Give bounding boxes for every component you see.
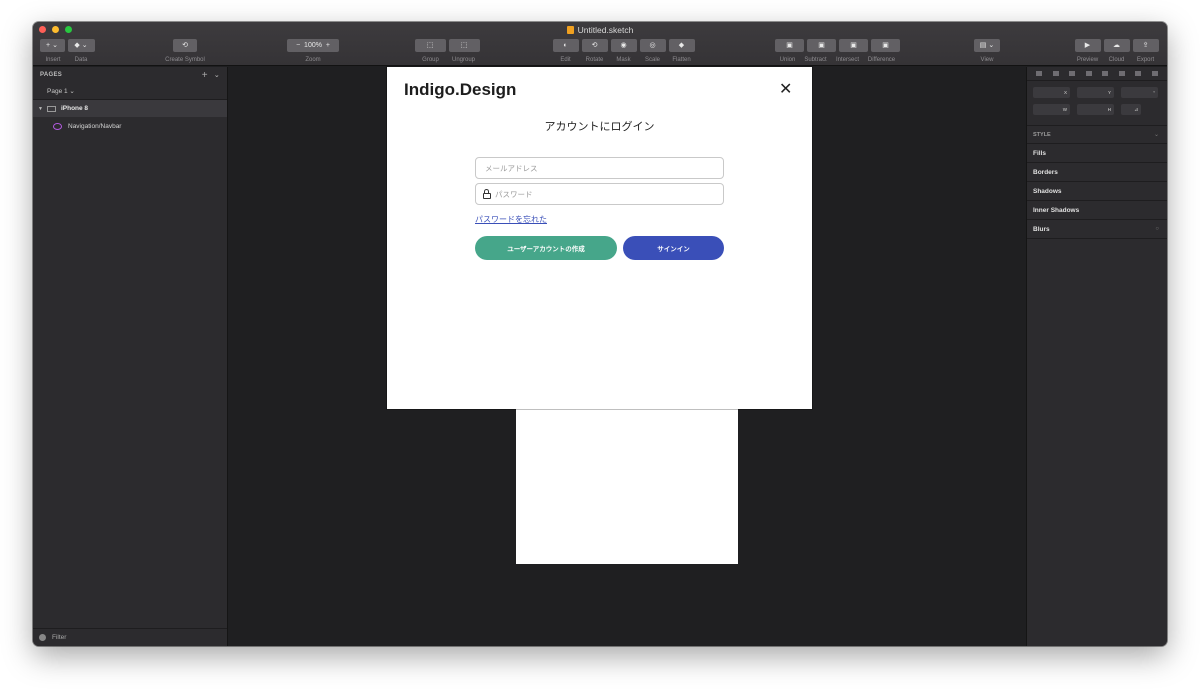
flatten-button[interactable]: ◆ [668, 39, 695, 52]
email-field[interactable]: メールアドレス [475, 157, 724, 179]
zoom-value: 100% [304, 42, 322, 49]
scale-button[interactable]: ◎ [639, 39, 666, 52]
view-button[interactable]: ▤ ⌄ [974, 39, 1000, 52]
layers-panel: PAGES + ⌄ Page 1 ⌄ ▼ iPhone 8 Navigation… [33, 67, 228, 646]
align-center-icon[interactable] [1052, 71, 1059, 76]
inspector-panel: X Y ° W H ⊿ STYLE ⌄ Fills Borders Shadows… [1026, 67, 1167, 646]
export-button[interactable]: ⇪ [1132, 39, 1159, 52]
password-field[interactable]: パスワード [475, 183, 724, 205]
height-field[interactable]: H [1077, 104, 1114, 115]
blur-toggle-icon[interactable]: ○ [1155, 226, 1159, 232]
create-symbol-button[interactable]: ⟲ [173, 39, 197, 52]
ungroup-button[interactable]: ⬚ [448, 39, 480, 52]
position-row: X Y ° [1027, 87, 1167, 98]
align-top-icon[interactable] [1102, 71, 1109, 76]
collapse-pages-icon[interactable]: ⌄ [214, 71, 220, 79]
sketch-window: Untitled.sketch + ⌄ ◆ ⌄ Insert Data ⟲ Cr… [33, 22, 1167, 646]
zoom-in-icon[interactable]: + [326, 42, 330, 49]
align-left-icon[interactable] [1036, 71, 1043, 76]
mask-button[interactable]: ◉ [610, 39, 637, 52]
sketch-file-icon [566, 26, 574, 34]
toolbar-boolean: ▣ ▣ ▣ ▣ Union Subtract Intersect Differe… [775, 39, 900, 64]
intersect-button[interactable]: ▣ [839, 39, 868, 52]
page-selector[interactable]: Page 1 ⌄ [33, 83, 227, 100]
shadows-section[interactable]: Shadows [1027, 182, 1167, 201]
style-header: STYLE ⌄ [1027, 125, 1167, 144]
alignment-toolbar [1027, 67, 1167, 81]
chevron-down-icon[interactable]: ⌄ [1154, 131, 1159, 138]
toolbar-group: ⬚ ⬚ Group Ungroup [414, 39, 480, 64]
artboard-icon [46, 105, 56, 112]
symbol-icon [53, 122, 62, 130]
create-account-button[interactable]: ユーザーアカウントの作成 [475, 236, 617, 260]
data-button[interactable]: ◆ ⌄ [67, 39, 95, 52]
fills-section[interactable]: Fills [1027, 144, 1167, 163]
logo: Indigo.Design [404, 80, 517, 99]
toolbar-edit-tools: ◐ ⟲ ◉ ◎ ◆ Edit Rotate Mask Scale Flatten [551, 39, 696, 64]
canvas[interactable]: Indigo.Design ✕ アカウントにログイン メールアドレス パスワード… [229, 67, 1025, 646]
toolbar-insert-data: + ⌄ ◆ ⌄ Insert Data [39, 39, 95, 64]
titlebar: Untitled.sketch + ⌄ ◆ ⌄ Insert Data ⟲ Cr… [33, 22, 1167, 66]
cloud-button[interactable]: ☁ [1103, 39, 1130, 52]
email-placeholder: メールアドレス [485, 163, 538, 173]
size-row: W H ⊿ [1027, 104, 1167, 115]
login-modal: Indigo.Design ✕ アカウントにログイン メールアドレス パスワード… [387, 67, 812, 409]
y-field[interactable]: Y [1077, 87, 1114, 98]
close-icon[interactable]: ✕ [779, 79, 792, 99]
signin-button[interactable]: サインイン [623, 236, 724, 260]
rotate-button[interactable]: ⟲ [581, 39, 608, 52]
width-field[interactable]: W [1033, 104, 1070, 115]
preview-button[interactable]: ▶ [1074, 39, 1101, 52]
layer-filter[interactable]: Filter [33, 628, 227, 646]
union-button[interactable]: ▣ [775, 39, 804, 52]
align-bottom-icon[interactable] [1135, 71, 1142, 76]
difference-button[interactable]: ▣ [871, 39, 900, 52]
align-middle-icon[interactable] [1118, 71, 1125, 76]
filter-icon [39, 634, 46, 641]
inner-shadows-section[interactable]: Inner Shadows [1027, 201, 1167, 220]
add-page-icon[interactable]: + [202, 70, 208, 81]
pages-header: PAGES + ⌄ [40, 69, 220, 81]
layer-artboard[interactable]: ▼ iPhone 8 [33, 100, 227, 117]
group-button[interactable]: ⬚ [414, 39, 446, 52]
toolbar-share: ▶ ☁ ⇪ Preview Cloud Export [1073, 39, 1160, 64]
toolbar-view: ▤ ⌄ View [974, 39, 1000, 64]
distribute-v-icon[interactable] [1151, 71, 1158, 76]
zoom-control[interactable]: − 100% + [287, 39, 339, 52]
password-placeholder: パスワード [495, 189, 533, 199]
borders-section[interactable]: Borders [1027, 163, 1167, 182]
rotation-field[interactable]: ° [1121, 87, 1158, 98]
chevron-down-icon: ⌄ [69, 88, 75, 95]
edit-button[interactable]: ◐ [552, 39, 579, 52]
lock-icon [482, 189, 491, 199]
document-title: Untitled.sketch [33, 24, 1167, 36]
insert-button[interactable]: + ⌄ [39, 39, 65, 52]
toolbar-zoom: − 100% + Zoom [287, 39, 339, 64]
disclosure-triangle-icon[interactable]: ▼ [38, 106, 43, 112]
login-heading: アカウントにログイン [544, 121, 655, 133]
align-right-icon[interactable] [1069, 71, 1076, 76]
flip-horizontal-icon[interactable]: ⊿ [1121, 104, 1141, 115]
toolbar-create-symbol: ⟲ Create Symbol [154, 39, 216, 64]
layer-symbol[interactable]: Navigation/Navbar [33, 117, 227, 135]
forgot-password-link[interactable]: パスワードを忘れた [475, 214, 547, 225]
distribute-h-icon[interactable] [1085, 71, 1092, 76]
blurs-section[interactable]: Blurs ○ [1027, 220, 1167, 239]
subtract-button[interactable]: ▣ [807, 39, 836, 52]
x-field[interactable]: X [1033, 87, 1070, 98]
zoom-out-icon[interactable]: − [296, 42, 300, 49]
artboard-iphone[interactable] [516, 407, 738, 564]
